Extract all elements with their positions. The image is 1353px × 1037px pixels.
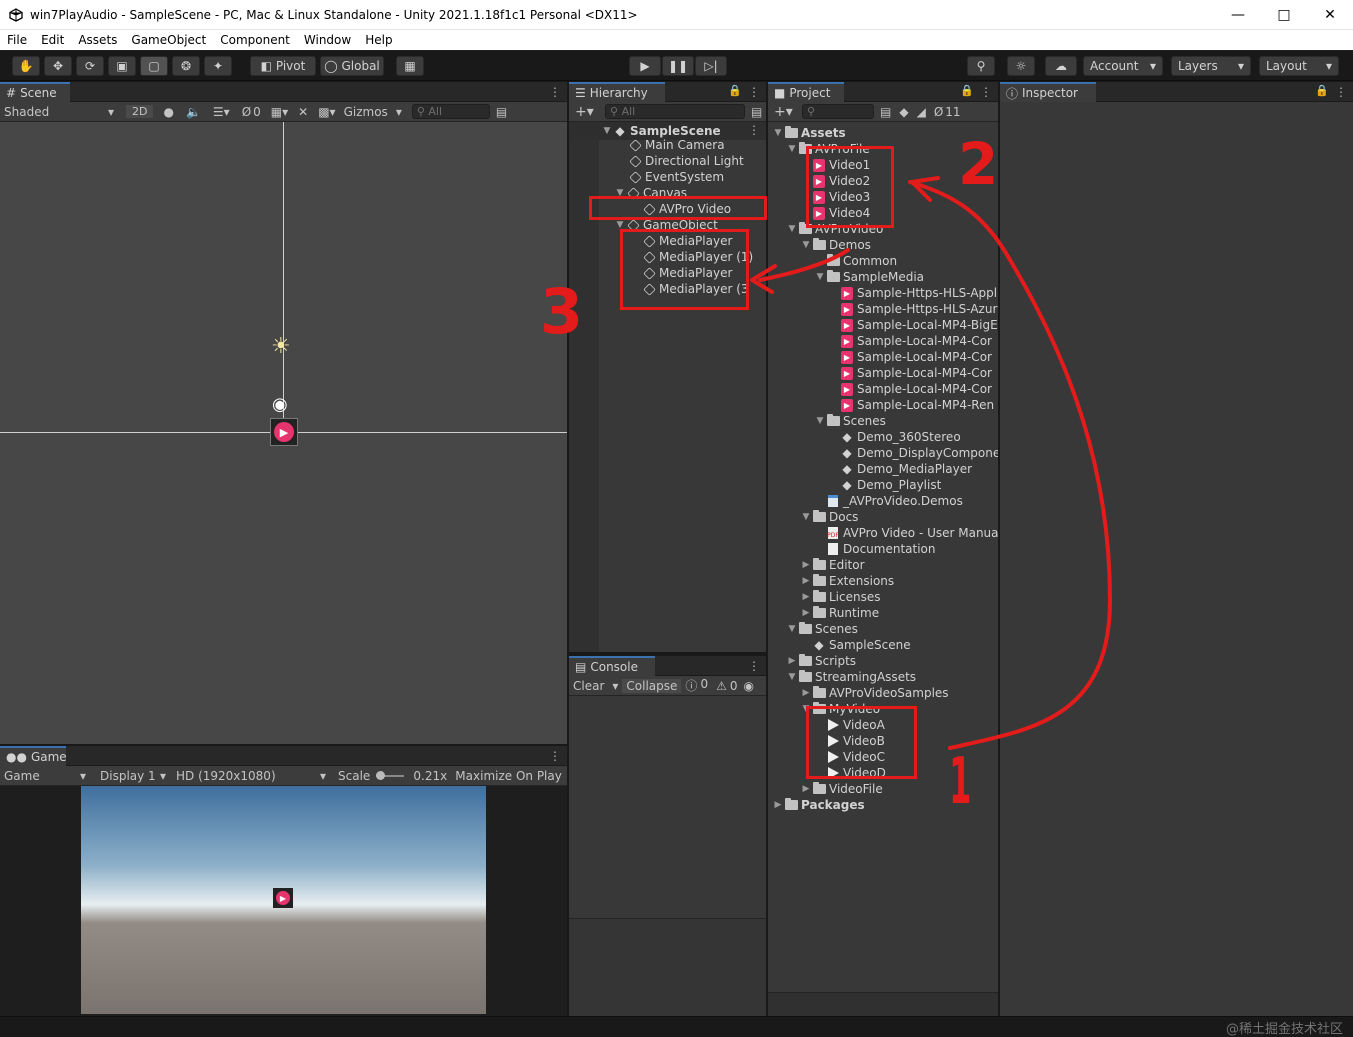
annotation-number-1: 1 — [949, 745, 972, 819]
annotation-number-2: 2 — [958, 130, 999, 198]
annotation-number-3: 3 — [540, 275, 584, 348]
annotation-arrows — [750, 176, 1113, 750]
